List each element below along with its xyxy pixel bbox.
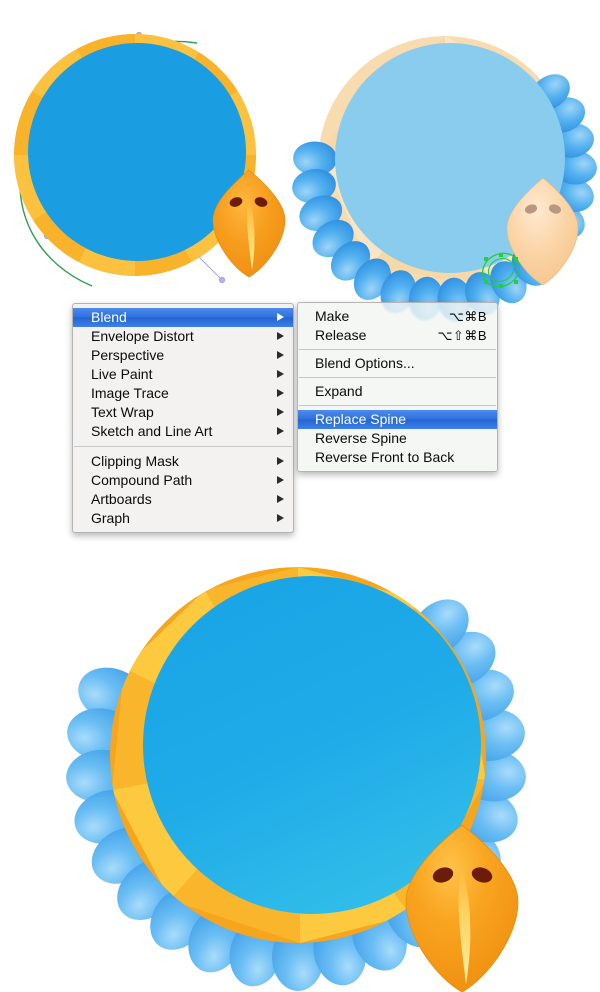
chevron-right-icon	[277, 351, 284, 359]
menu-item-graph[interactable]: Graph	[73, 509, 293, 528]
menu-item-release[interactable]: Release ⌥⇧⌘B	[298, 326, 497, 345]
menu-item-compound-path[interactable]: Compound Path	[73, 471, 293, 490]
menu-item-expand[interactable]: Expand	[298, 382, 497, 401]
main-circle	[28, 43, 246, 261]
menu-item-replace-spine[interactable]: Replace Spine	[298, 410, 497, 429]
menu-item-label: Expand	[315, 383, 363, 399]
menu-item-label: Graph	[91, 510, 130, 526]
menu-item-live-paint[interactable]: Live Paint	[73, 365, 293, 384]
blend-submenu[interactable]: Make ⌥⌘B Release ⌥⇧⌘B Blend Options... E…	[297, 302, 498, 472]
chevron-right-icon	[277, 457, 284, 465]
menu-item-reverse-front-to-back[interactable]: Reverse Front to Back	[298, 448, 497, 467]
menu-item-sketch-and-line-art[interactable]: Sketch and Line Art	[73, 422, 293, 441]
menu-item-label: Clipping Mask	[91, 453, 179, 469]
menu-item-shortcut: ⌥⌘B	[448, 309, 487, 324]
menu-item-label: Make	[315, 308, 350, 324]
menu-item-envelope-distort[interactable]: Envelope Distort	[73, 327, 293, 346]
artwork-bottom-result	[0, 540, 600, 992]
menu-item-image-trace[interactable]: Image Trace	[73, 384, 293, 403]
menu-item-label: Blend	[91, 309, 127, 325]
menu-item-label: Envelope Distort	[91, 328, 194, 344]
menu-item-label: Perspective	[91, 347, 165, 363]
menu-item-blend-options[interactable]: Blend Options...	[298, 354, 497, 373]
menu-separator	[299, 349, 496, 350]
artwork-top-right	[292, 18, 600, 322]
menu-item-label: Reverse Front to Back	[315, 449, 455, 465]
chevron-right-icon	[277, 370, 284, 378]
chevron-right-icon	[277, 427, 284, 435]
menu-item-clipping-mask[interactable]: Clipping Mask	[73, 452, 293, 471]
menu-item-label: Reverse Spine	[315, 430, 407, 446]
chevron-right-icon	[277, 332, 284, 340]
menu-item-artboards[interactable]: Artboards	[73, 490, 293, 509]
menu-item-label: Live Paint	[91, 366, 153, 382]
menu-item-label: Compound Path	[91, 472, 193, 488]
chevron-right-icon	[277, 389, 284, 397]
chevron-right-icon	[277, 495, 284, 503]
menu-item-label: Replace Spine	[315, 411, 407, 427]
menu-item-blend[interactable]: Blend	[73, 308, 293, 327]
menu-item-label: Release	[315, 327, 367, 343]
object-menu[interactable]: Blend Envelope Distort Perspective Live …	[72, 303, 294, 533]
chevron-right-icon	[277, 476, 284, 484]
menu-separator	[299, 377, 496, 378]
menu-item-shortcut: ⌥⇧⌘B	[437, 328, 487, 343]
artwork-top-left	[0, 18, 300, 293]
menu-separator	[299, 405, 496, 406]
menu-item-label: Artboards	[91, 491, 152, 507]
menu-item-make[interactable]: Make ⌥⌘B	[298, 307, 497, 326]
menu-item-label: Text Wrap	[91, 404, 154, 420]
menu-separator	[74, 446, 292, 447]
chevron-right-icon	[277, 313, 284, 321]
chevron-right-icon	[277, 408, 284, 416]
menu-item-perspective[interactable]: Perspective	[73, 346, 293, 365]
menu-item-label: Sketch and Line Art	[91, 423, 213, 439]
menu-item-label: Image Trace	[91, 385, 169, 401]
menu-item-label: Blend Options...	[315, 355, 415, 371]
chevron-right-icon	[277, 514, 284, 522]
menu-item-reverse-spine[interactable]: Reverse Spine	[298, 429, 497, 448]
menu-item-text-wrap[interactable]: Text Wrap	[73, 403, 293, 422]
